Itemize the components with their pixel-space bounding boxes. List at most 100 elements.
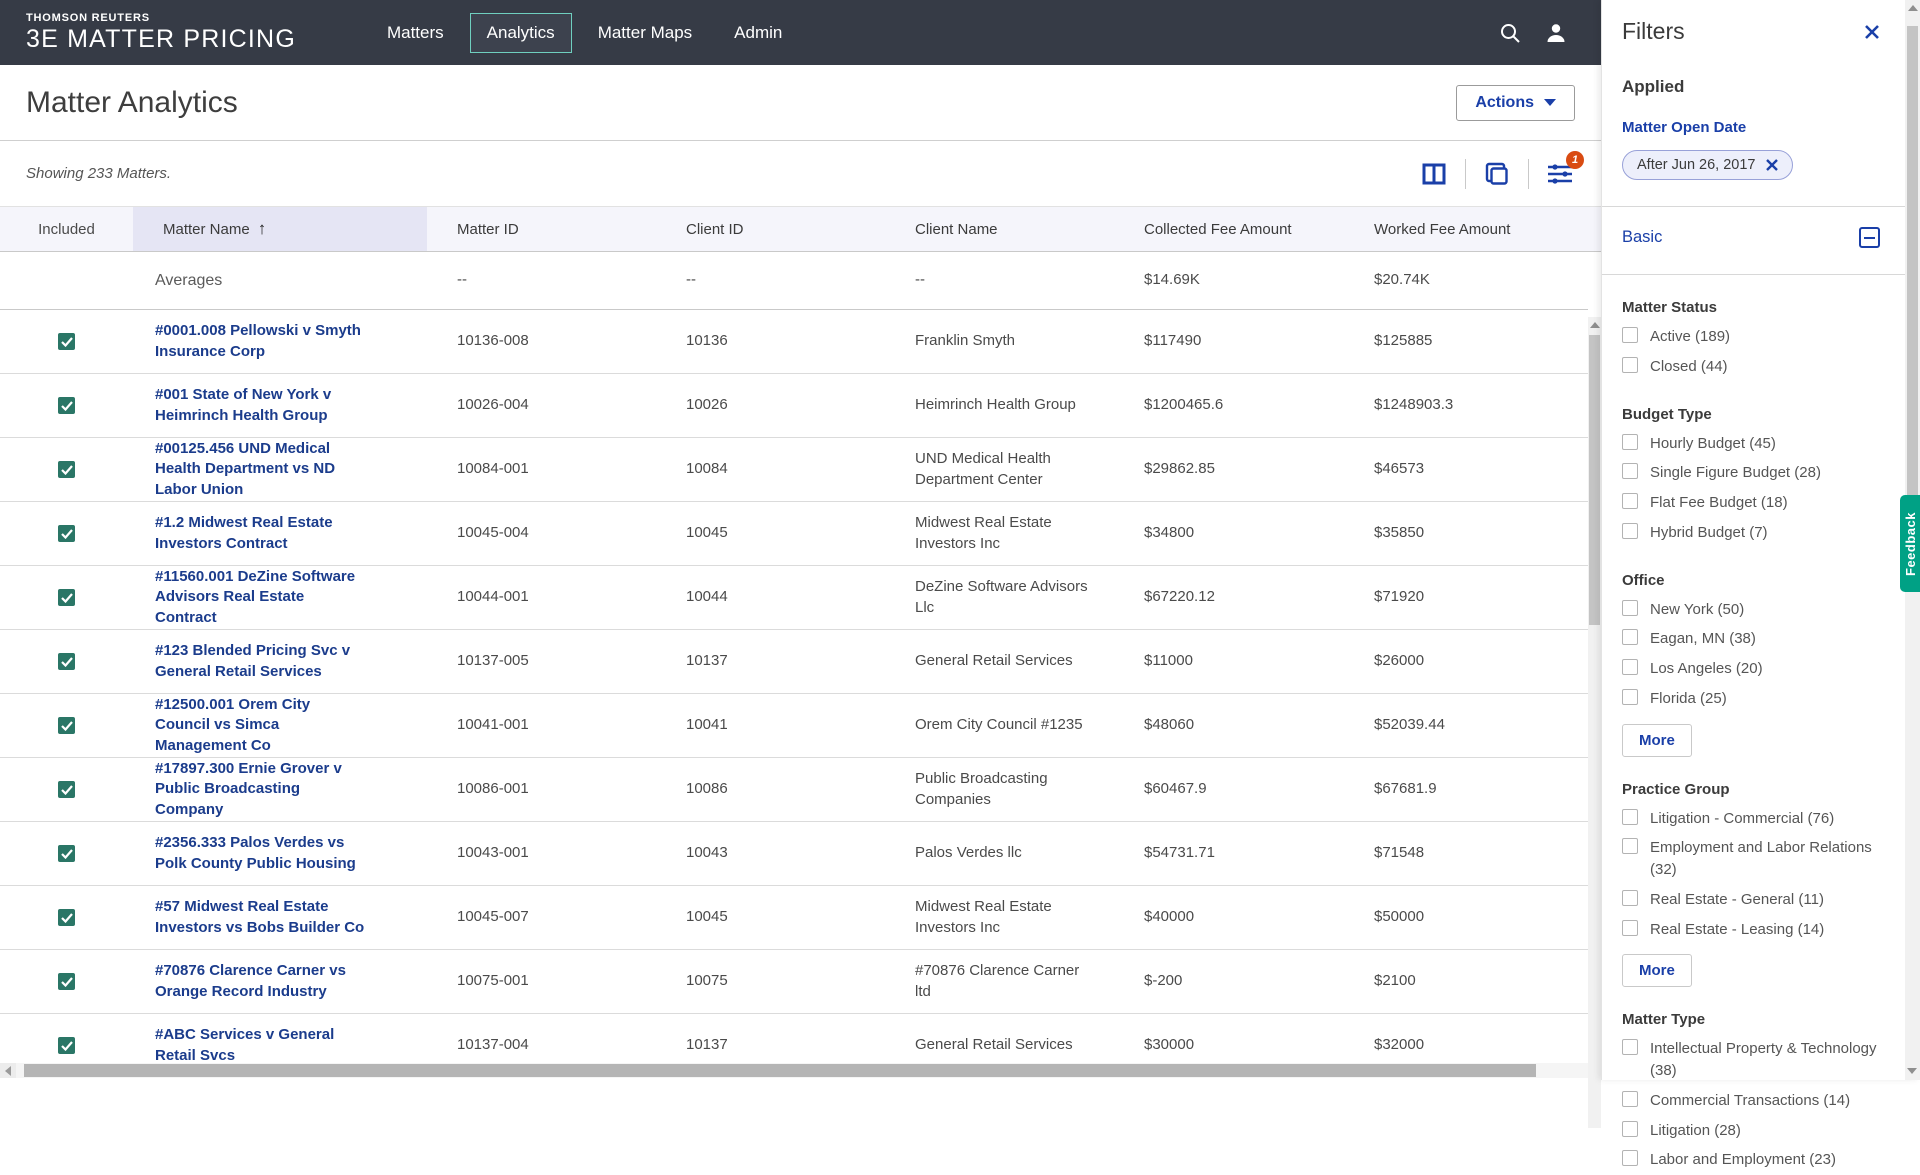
checkbox-unchecked[interactable] (1622, 919, 1638, 936)
checkbox-unchecked[interactable] (1622, 327, 1638, 343)
filter-option[interactable]: Labor and Employment (23) (1622, 1145, 1880, 1175)
column-header-client-name[interactable]: Client Name (885, 207, 1114, 251)
column-layout-icon[interactable] (1419, 159, 1449, 189)
checkbox-unchecked[interactable] (1622, 688, 1638, 705)
checkbox-unchecked[interactable] (1622, 493, 1638, 509)
nav-item-matter-maps[interactable]: Matter Maps (582, 14, 708, 52)
user-icon[interactable] (1545, 22, 1567, 44)
close-icon[interactable] (1864, 24, 1880, 40)
filter-option[interactable]: Real Estate - Leasing (14) (1622, 915, 1880, 945)
row-checkbox[interactable] (58, 1037, 75, 1054)
matter-name-link[interactable]: #70876 Clarence Carner vs Orange Record … (155, 961, 367, 1002)
row-checkbox[interactable] (58, 909, 75, 926)
horizontal-scroll-thumb[interactable] (24, 1064, 1536, 1077)
filter-option[interactable]: Los Angeles (20) (1622, 654, 1880, 684)
row-checkbox[interactable] (58, 525, 75, 542)
matter-name-link[interactable]: #123 Blended Pricing Svc v General Retai… (155, 641, 367, 682)
scroll-down-icon[interactable] (1907, 1068, 1917, 1074)
matter-name-link[interactable]: #11560.001 DeZine Software Advisors Real… (155, 567, 367, 628)
matter-name-link[interactable]: #17897.300 Ernie Grover v Public Broadca… (155, 759, 367, 820)
top-nav: THOMSON REUTERS 3E MATTER PRICING Matter… (0, 0, 1601, 65)
row-checkbox[interactable] (58, 781, 75, 798)
office-more-button[interactable]: More (1622, 723, 1692, 757)
scroll-up-icon[interactable] (1589, 322, 1600, 328)
row-checkbox[interactable] (58, 845, 75, 862)
filters-sliders-icon[interactable]: 1 (1545, 150, 1584, 189)
checkbox-unchecked[interactable] (1622, 356, 1638, 373)
panel-scroll-thumb[interactable] (1907, 26, 1918, 496)
checkbox-unchecked[interactable] (1622, 629, 1638, 646)
vertical-scroll-thumb[interactable] (1589, 335, 1600, 625)
matter-name-link[interactable]: #00125.456 UND Medical Health Department… (155, 439, 367, 500)
checkbox-unchecked[interactable] (1622, 1039, 1638, 1056)
search-icon[interactable] (1499, 22, 1521, 44)
filter-option[interactable]: Litigation - Commercial (76) (1622, 804, 1880, 834)
filter-option[interactable]: Real Estate - General (11) (1622, 885, 1880, 915)
checkbox-unchecked[interactable] (1622, 1120, 1638, 1137)
table-horizontal-scrollbar[interactable] (0, 1063, 1588, 1078)
filter-option[interactable]: Single Figure Budget (28) (1622, 458, 1880, 488)
applied-filter-chip[interactable]: After Jun 26, 2017 (1622, 150, 1793, 180)
matter-name-link[interactable]: #ABC Services v General Retail Svcs (155, 1025, 367, 1063)
filter-option[interactable]: Employment and Labor Relations (32) (1622, 833, 1880, 885)
checkbox-unchecked[interactable] (1622, 808, 1638, 825)
filter-option[interactable]: Commercial Transactions (14) (1622, 1086, 1880, 1116)
table-vertical-scrollbar[interactable] (1588, 317, 1601, 1128)
matter-name-link[interactable]: #001 State of New York v Heimrinch Healt… (155, 385, 367, 426)
filter-option[interactable]: Hybrid Budget (7) (1622, 518, 1880, 548)
scroll-up-icon[interactable] (1907, 5, 1918, 11)
filter-option[interactable]: New York (50) (1622, 595, 1880, 625)
matter-name-link[interactable]: #0001.008 Pellowski v Smyth Insurance Co… (155, 321, 367, 362)
checkbox-unchecked[interactable] (1622, 463, 1638, 480)
filter-option[interactable]: Intellectual Property & Technology (38) (1622, 1034, 1880, 1086)
filter-option[interactable]: Litigation (28) (1622, 1116, 1880, 1146)
collapse-minus-icon[interactable] (1859, 227, 1880, 248)
matter-name-link[interactable]: #12500.001 Orem City Council vs Simca Ma… (155, 695, 367, 756)
card-view-icon[interactable] (1482, 159, 1512, 189)
column-header-included[interactable]: Included (0, 207, 133, 251)
feedback-tab[interactable]: Feedback (1900, 495, 1920, 592)
row-checkbox[interactable] (58, 717, 75, 734)
actions-button[interactable]: Actions (1456, 84, 1575, 121)
filter-option[interactable]: Florida (25) (1622, 684, 1880, 714)
checkbox-unchecked[interactable] (1622, 659, 1638, 675)
practice-group-more-button[interactable]: More (1622, 954, 1692, 988)
matter-name-link[interactable]: #2356.333 Palos Verdes vs Polk County Pu… (155, 833, 367, 874)
checkbox-unchecked[interactable] (1622, 1150, 1638, 1167)
filter-option[interactable]: Hourly Budget (45) (1622, 429, 1880, 459)
row-checkbox[interactable] (58, 333, 75, 350)
nav-item-matters[interactable]: Matters (371, 14, 460, 52)
chip-remove-icon[interactable] (1765, 159, 1778, 171)
row-checkbox[interactable] (58, 589, 75, 606)
column-header-worked-fee[interactable]: Worked Fee Amount (1344, 207, 1587, 251)
row-checkbox[interactable] (58, 461, 75, 478)
brand-line2: 3E MATTER PRICING (26, 24, 296, 53)
checkbox-unchecked[interactable] (1622, 599, 1638, 616)
checkbox-unchecked[interactable] (1622, 889, 1638, 906)
nav-item-analytics[interactable]: Analytics (469, 12, 572, 53)
basic-section-label[interactable]: Basic (1622, 228, 1662, 247)
nav-item-admin[interactable]: Admin (718, 14, 798, 52)
checkbox-unchecked[interactable] (1622, 433, 1638, 450)
checkbox-unchecked[interactable] (1622, 838, 1638, 855)
column-header-client-id[interactable]: Client ID (656, 207, 885, 251)
row-checkbox[interactable] (58, 653, 75, 670)
filter-option[interactable]: Flat Fee Budget (18) (1622, 488, 1880, 518)
row-checkbox[interactable] (58, 397, 75, 414)
brand-logo[interactable]: THOMSON REUTERS 3E MATTER PRICING (26, 12, 296, 54)
feedback-label: Feedback (1902, 511, 1918, 576)
scroll-left-icon[interactable] (0, 1063, 16, 1078)
filter-option[interactable]: Active (189) (1622, 322, 1880, 352)
applied-filter-name[interactable]: Matter Open Date (1622, 119, 1880, 136)
checkbox-unchecked[interactable] (1622, 1090, 1638, 1107)
checkbox-unchecked[interactable] (1622, 522, 1638, 539)
column-header-matter-id[interactable]: Matter ID (427, 207, 656, 251)
matter-name-link[interactable]: #57 Midwest Real Estate Investors vs Bob… (155, 897, 367, 938)
column-header-collected-fee[interactable]: Collected Fee Amount (1114, 207, 1344, 251)
column-header-matter-name[interactable]: Matter Name ↑ (133, 207, 427, 251)
matter-name-link[interactable]: #1.2 Midwest Real Estate Investors Contr… (155, 513, 367, 554)
filter-option[interactable]: Eagan, MN (38) (1622, 624, 1880, 654)
client-id-cell: 10043 (686, 844, 728, 862)
filter-option[interactable]: Closed (44) (1622, 352, 1880, 382)
row-checkbox[interactable] (58, 973, 75, 990)
